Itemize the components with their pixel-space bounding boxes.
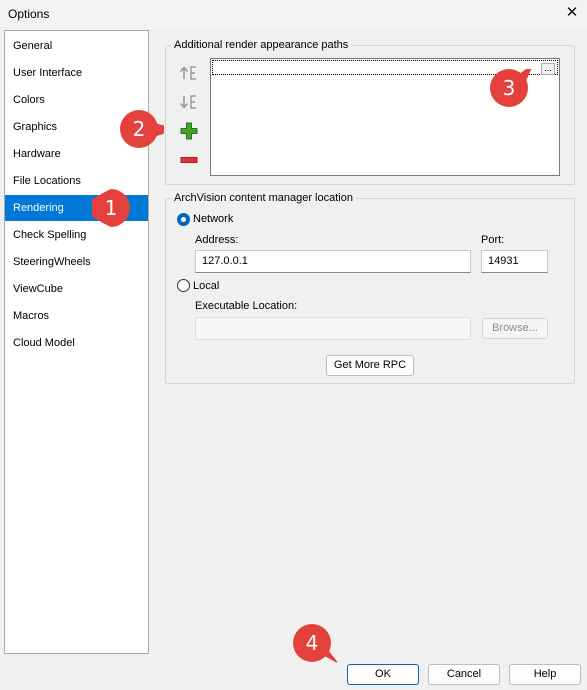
close-button[interactable]: ✕ — [563, 4, 581, 22]
move-down-icon[interactable] — [177, 91, 201, 113]
browse-button[interactable]: Browse... — [482, 318, 548, 339]
browse-path-button[interactable]: ... — [541, 63, 555, 75]
callout-1: 1 — [92, 189, 136, 233]
network-radio[interactable] — [177, 213, 190, 226]
sidebar-item-steeringwheels[interactable]: SteeringWheels — [5, 249, 148, 275]
network-label[interactable]: Network — [193, 213, 233, 225]
get-more-rpc-button[interactable]: Get More RPC — [326, 355, 414, 376]
callout-3: 3 — [490, 69, 534, 113]
port-label: Port: — [481, 234, 505, 246]
callout-3-number: 3 — [502, 76, 516, 100]
callout-4-number: 4 — [305, 631, 319, 655]
move-up-icon[interactable] — [177, 62, 201, 84]
sidebar-item-user-interface[interactable]: User Interface — [5, 60, 148, 86]
help-button[interactable]: Help — [509, 664, 581, 685]
title-bar: Options ✕ — [0, 0, 587, 28]
callout-2: 2 — [120, 110, 164, 154]
callout-4: 4 — [293, 624, 337, 668]
executable-location-label: Executable Location: — [195, 300, 298, 312]
local-label[interactable]: Local — [193, 280, 219, 292]
sidebar-item-general[interactable]: General — [5, 33, 148, 59]
archvision-group-label: ArchVision content manager location — [171, 192, 356, 204]
sidebar-item-viewcube[interactable]: ViewCube — [5, 276, 148, 302]
remove-icon[interactable] — [177, 149, 201, 171]
executable-location-field[interactable] — [195, 317, 471, 340]
port-field[interactable]: 14931 — [481, 250, 548, 273]
cancel-button[interactable]: Cancel — [428, 664, 500, 685]
local-radio[interactable] — [177, 279, 190, 292]
address-field[interactable]: 127.0.0.1 — [195, 250, 471, 273]
sidebar-item-macros[interactable]: Macros — [5, 303, 148, 329]
window-title: Options — [8, 7, 50, 21]
ok-button[interactable]: OK — [347, 664, 419, 685]
callout-1-number: 1 — [104, 196, 118, 220]
callout-2-number: 2 — [132, 117, 146, 141]
add-icon[interactable] — [177, 120, 201, 142]
sidebar-item-cloud-model[interactable]: Cloud Model — [5, 330, 148, 356]
render-paths-group-label: Additional render appearance paths — [171, 39, 352, 51]
address-label: Address: — [195, 234, 239, 246]
